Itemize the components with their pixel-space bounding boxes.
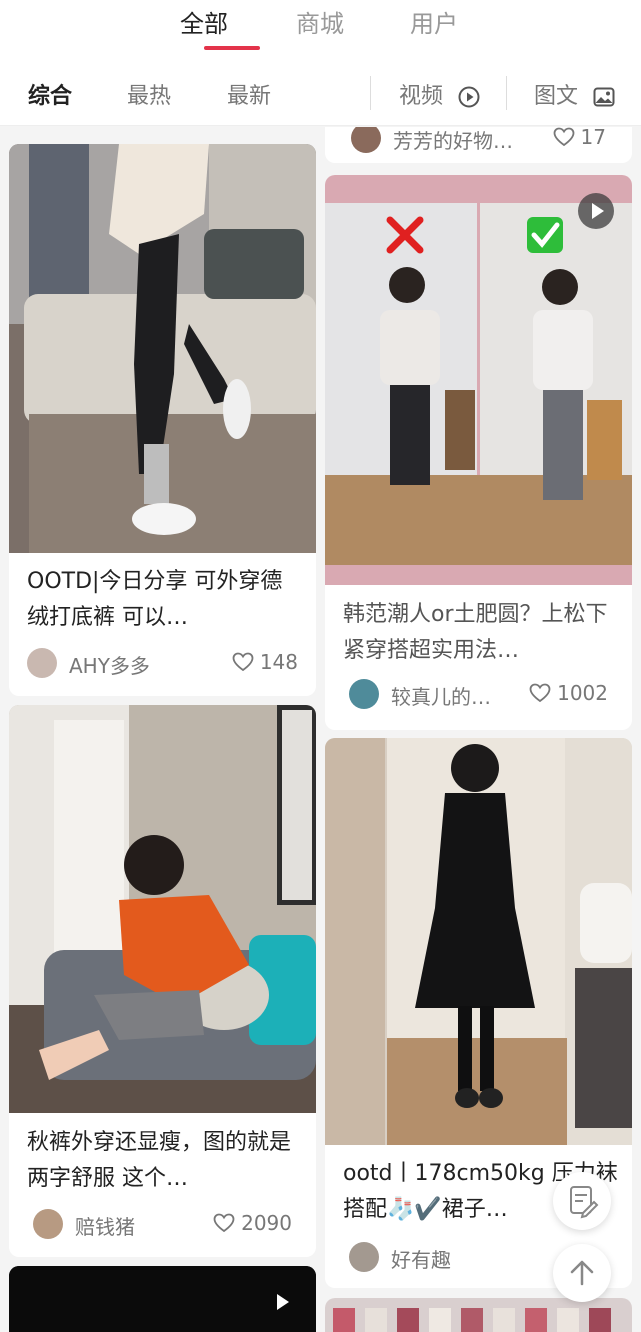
feed-card[interactable] xyxy=(325,1298,632,1332)
image-icon xyxy=(593,87,615,107)
like-count-value: 148 xyxy=(259,650,298,674)
author-name[interactable]: AHY多多 xyxy=(69,650,150,679)
avatar[interactable] xyxy=(349,679,379,709)
feed-card[interactable] xyxy=(9,1266,316,1332)
avatar[interactable] xyxy=(349,1242,379,1272)
active-tab-indicator xyxy=(204,46,260,50)
card-meta: AHY多多 148 xyxy=(27,646,298,682)
video-indicator-icon xyxy=(263,1284,299,1320)
filter-video[interactable]: 视频 xyxy=(399,78,480,110)
like-count[interactable]: 1002 xyxy=(529,681,608,705)
sort-hottest[interactable]: 最热 xyxy=(127,78,171,110)
sort-comprehensive[interactable]: 综合 xyxy=(28,78,72,110)
card-cover-image xyxy=(9,144,316,553)
avatar[interactable] xyxy=(351,127,381,153)
sort-newest[interactable]: 最新 xyxy=(227,78,271,110)
feed-card[interactable]: 韩范潮人or土肥圆？上松下紧穿搭超实用法… 较真儿的… 1002 xyxy=(325,175,632,730)
feed-card[interactable]: OOTD|今日分享 可外穿德绒打底裤 可以… AHY多多 148 xyxy=(9,144,316,696)
card-meta: 赔钱猪 2090 xyxy=(33,1207,292,1243)
divider xyxy=(506,76,507,110)
play-circle-icon xyxy=(458,86,480,108)
tab-mall[interactable]: 商城 xyxy=(296,4,344,39)
tab-all[interactable]: 全部 xyxy=(180,4,228,39)
author-name[interactable]: 赔钱猪 xyxy=(75,1211,135,1240)
video-indicator-icon xyxy=(578,193,614,229)
author-name[interactable]: 好有趣 xyxy=(391,1244,451,1273)
avatar[interactable] xyxy=(27,648,57,678)
feed-card-partial[interactable]: 芳芳的好物… 17 xyxy=(325,127,632,163)
card-meta: 较真儿的… 1002 xyxy=(349,677,608,713)
card-cover-image xyxy=(9,705,316,1113)
edit-note-icon xyxy=(570,1186,599,1219)
like-count[interactable]: 148 xyxy=(232,650,298,674)
tab-users[interactable]: 用户 xyxy=(410,4,458,39)
card-title[interactable]: 秋裤外穿还显瘦，图的就是两字舒服 这个… xyxy=(27,1125,302,1197)
filter-image-text-label: 图文 xyxy=(534,84,579,109)
filter-video-label: 视频 xyxy=(399,84,444,109)
card-cover-image xyxy=(325,738,632,1145)
sort-filter-bar: 综合 最热 最新 视频 图文 xyxy=(0,62,641,126)
search-results-screen: 全部 商城 用户 综合 最热 最新 视频 图文 芳芳的好物… 17 OOTD|今… xyxy=(0,0,641,1332)
scroll-to-top-button[interactable] xyxy=(553,1244,611,1302)
divider xyxy=(370,76,371,110)
heart-icon xyxy=(213,1213,235,1233)
card-meta: 芳芳的好物… 17 xyxy=(351,127,606,157)
filter-image-text[interactable]: 图文 xyxy=(534,78,615,110)
like-count-value: 17 xyxy=(580,127,606,149)
heart-icon xyxy=(529,683,551,703)
heart-icon xyxy=(232,652,254,672)
feed-card[interactable]: 秋裤外穿还显瘦，图的就是两字舒服 这个… 赔钱猪 2090 xyxy=(9,705,316,1257)
card-cover-image xyxy=(325,175,632,585)
card-title[interactable]: OOTD|今日分享 可外穿德绒打底裤 可以… xyxy=(27,564,302,636)
compose-button[interactable] xyxy=(553,1172,611,1230)
heart-icon xyxy=(553,127,574,147)
card-title[interactable]: 韩范潮人or土肥圆？上松下紧穿搭超实用法… xyxy=(343,597,618,669)
like-count-value: 2090 xyxy=(241,1211,292,1235)
like-count-value: 1002 xyxy=(557,681,608,705)
avatar[interactable] xyxy=(33,1209,63,1239)
author-name[interactable]: 较真儿的… xyxy=(391,681,491,710)
top-tab-bar: 全部 商城 用户 xyxy=(0,0,641,62)
author-name[interactable]: 芳芳的好物… xyxy=(393,127,513,154)
like-count[interactable]: 2090 xyxy=(213,1211,292,1235)
arrow-up-icon xyxy=(570,1260,594,1286)
like-count[interactable]: 17 xyxy=(553,127,606,149)
card-cover-image xyxy=(325,1298,632,1332)
